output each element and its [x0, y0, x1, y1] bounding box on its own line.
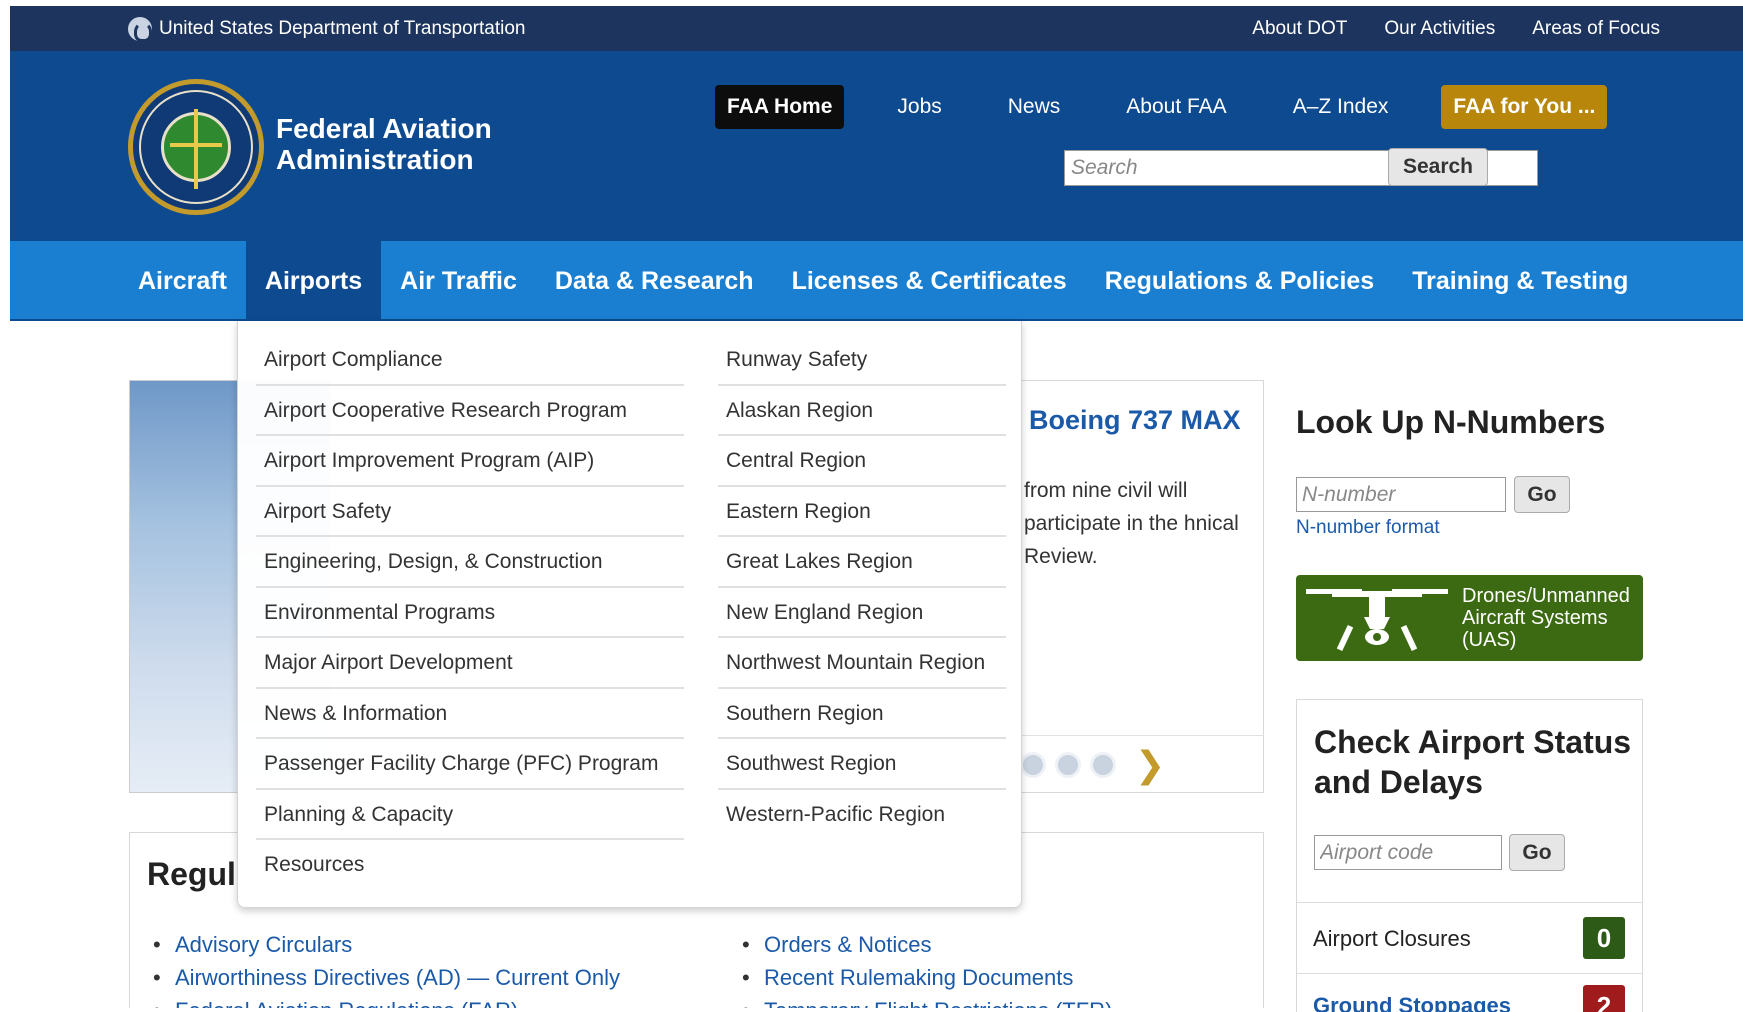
seal-globe-icon	[161, 109, 231, 189]
menu-item-airport-improvement-program[interactable]: Airport Improvement Program (AIP)	[256, 436, 684, 487]
drones-label-line-3: (UAS)	[1462, 629, 1517, 651]
menu-item-western-pacific-region[interactable]: Western-Pacific Region	[718, 790, 1006, 841]
regulations-list-left: Advisory Circulars Airworthiness Directi…	[149, 928, 620, 1012]
about-faa-link[interactable]: About FAA	[1093, 85, 1259, 129]
menu-item-runway-safety[interactable]: Runway Safety	[718, 335, 1006, 386]
status-divider	[1297, 902, 1642, 903]
a-z-index-link[interactable]: A–Z Index	[1260, 85, 1422, 129]
areas-of-focus-link[interactable]: Areas of Focus	[1532, 18, 1660, 40]
menu-item-eastern-region[interactable]: Eastern Region	[718, 487, 1006, 537]
menu-item-airport-cooperative-research[interactable]: Airport Cooperative Research Program	[256, 386, 684, 436]
ground-stoppages-count-badge: 2	[1583, 985, 1625, 1012]
n-number-input[interactable]	[1296, 477, 1506, 512]
menu-item-southwest-region[interactable]: Southwest Region	[718, 739, 1006, 790]
news-link[interactable]: News	[975, 85, 1094, 129]
airport-status-go-button[interactable]: Go	[1509, 834, 1565, 871]
airport-code-input[interactable]	[1314, 835, 1502, 870]
nav-item-airports[interactable]: Airports	[245, 241, 382, 321]
n-number-go-button[interactable]: Go	[1514, 476, 1570, 513]
nav-item-aircraft[interactable]: Aircraft	[128, 241, 246, 321]
airport-closures-count-badge: 0	[1583, 917, 1625, 959]
header-main-links: FAA Home Jobs News About FAA A–Z Index F…	[715, 85, 1608, 129]
news-headline[interactable]: Boeing 737 MAX	[1029, 405, 1241, 436]
brand-line-1: Federal Aviation	[276, 113, 492, 144]
menu-item-northwest-mountain-region[interactable]: Northwest Mountain Region	[718, 638, 1006, 689]
department-name[interactable]: United States Department of Transportati…	[159, 18, 525, 40]
reg-link-advisory-circulars[interactable]: Advisory Circulars	[149, 928, 620, 961]
carousel-dot[interactable]	[1090, 752, 1116, 778]
jobs-link[interactable]: Jobs	[864, 85, 974, 129]
menu-item-passenger-facility-charge[interactable]: Passenger Facility Charge (PFC) Program	[256, 739, 684, 790]
dot-logo-icon[interactable]	[128, 17, 152, 42]
reg-link-orders-notices[interactable]: Orders & Notices	[738, 928, 1112, 961]
ground-stoppages-link[interactable]: Ground Stoppages	[1313, 993, 1511, 1012]
nav-item-training-testing[interactable]: Training & Testing	[1393, 241, 1647, 321]
airports-menu-column-left: Airport Compliance Airport Cooperative R…	[256, 335, 684, 891]
menu-item-southern-region[interactable]: Southern Region	[718, 689, 1006, 739]
menu-item-airport-compliance[interactable]: Airport Compliance	[256, 335, 684, 386]
reg-link-airworthiness-directives[interactable]: Airworthiness Directives (AD) — Current …	[149, 961, 620, 994]
airport-status-title: Check Airport Status and Delays	[1314, 724, 1632, 800]
carousel-dot[interactable]	[1055, 752, 1081, 778]
nav-item-air-traffic[interactable]: Air Traffic	[381, 241, 536, 321]
faa-for-you-button[interactable]: FAA for You ...	[1441, 85, 1608, 129]
n-number-lookup-title: Look Up N-Numbers	[1296, 404, 1606, 440]
utility-links: About DOT Our Activities Areas of Focus	[1252, 18, 1660, 40]
site-brand[interactable]: Federal Aviation Administration	[276, 113, 492, 175]
drones-label: Drones/Unmanned Aircraft Systems (UAS)	[1462, 585, 1630, 651]
faa-home-link[interactable]: FAA Home	[715, 85, 845, 129]
drones-label-line-2: Aircraft Systems	[1462, 607, 1608, 629]
nav-item-regulations-policies[interactable]: Regulations & Policies	[1086, 241, 1394, 321]
brand-line-2: Administration	[276, 144, 474, 175]
site-header: Federal Aviation Administration FAA Home…	[10, 51, 1743, 241]
airports-dropdown-menu: Airport Compliance Airport Cooperative R…	[237, 321, 1022, 908]
carousel-dot[interactable]	[1020, 752, 1046, 778]
status-divider	[1297, 973, 1642, 974]
drone-icon	[1306, 589, 1448, 652]
our-activities-link[interactable]: Our Activities	[1384, 18, 1495, 40]
menu-item-engineering-design-construction[interactable]: Engineering, Design, & Construction	[256, 537, 684, 588]
about-dot-link[interactable]: About DOT	[1252, 18, 1347, 40]
n-number-format-link[interactable]: N-number format	[1296, 517, 1440, 539]
news-summary: from nine civil will participate in the …	[1024, 479, 1239, 568]
drones-uas-banner[interactable]: Drones/Unmanned Aircraft Systems (UAS)	[1296, 575, 1643, 661]
menu-item-airport-safety[interactable]: Airport Safety	[256, 487, 684, 537]
regulations-list-right: Orders & Notices Recent Rulemaking Docum…	[738, 928, 1112, 1012]
menu-item-environmental-programs[interactable]: Environmental Programs	[256, 588, 684, 638]
drones-label-line-1: Drones/Unmanned	[1462, 585, 1630, 607]
nav-item-data-research[interactable]: Data & Research	[536, 241, 773, 321]
carousel-next-icon[interactable]: ❯	[1135, 747, 1165, 783]
menu-item-resources[interactable]: Resources	[256, 840, 684, 891]
faa-seal-logo[interactable]	[128, 79, 264, 215]
airport-closures-label[interactable]: Airport Closures	[1313, 926, 1471, 952]
menu-item-new-england-region[interactable]: New England Region	[718, 588, 1006, 638]
menu-item-great-lakes-region[interactable]: Great Lakes Region	[718, 537, 1006, 588]
regulations-heading: Regul	[147, 856, 236, 892]
carousel-pager: ❯	[1020, 747, 1165, 783]
main-nav-items: Aircraft Airports Air Traffic Data & Res…	[128, 241, 1647, 321]
nav-item-licenses-certificates[interactable]: Licenses & Certificates	[773, 241, 1086, 321]
utility-bar: United States Department of Transportati…	[10, 6, 1743, 51]
menu-item-alaskan-region[interactable]: Alaskan Region	[718, 386, 1006, 436]
menu-item-major-airport-development[interactable]: Major Airport Development	[256, 638, 684, 689]
menu-item-news-information[interactable]: News & Information	[256, 689, 684, 739]
reg-link-recent-rulemaking[interactable]: Recent Rulemaking Documents	[738, 961, 1112, 994]
menu-item-central-region[interactable]: Central Region	[718, 436, 1006, 487]
airports-menu-column-right: Runway Safety Alaskan Region Central Reg…	[718, 335, 1006, 840]
main-nav: Aircraft Airports Air Traffic Data & Res…	[10, 241, 1743, 321]
menu-item-planning-capacity[interactable]: Planning & Capacity	[256, 790, 684, 840]
search-button[interactable]: Search	[1388, 148, 1488, 186]
